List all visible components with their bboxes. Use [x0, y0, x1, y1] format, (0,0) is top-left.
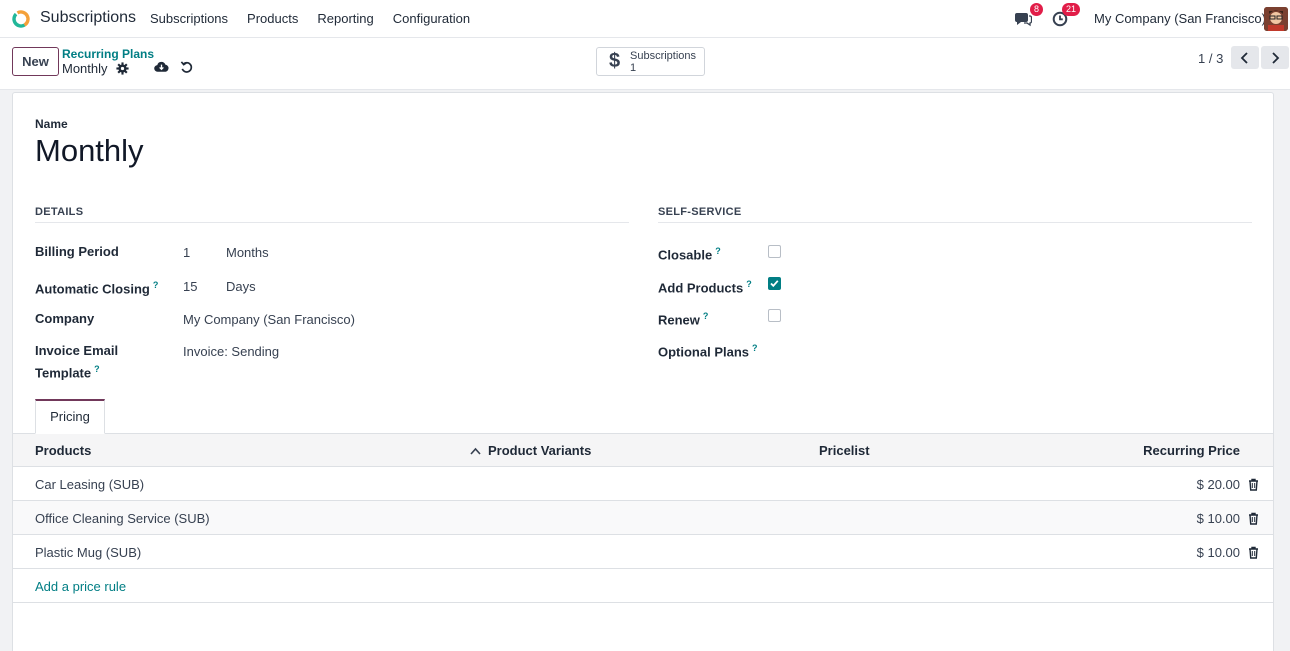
column-product-variants[interactable]: Product Variants: [488, 443, 591, 458]
pricing-table-header: Products Product Variants Pricelist Recu…: [13, 434, 1273, 467]
invoice-template-label-line1: Invoice Email: [35, 343, 119, 358]
optional-plans-text: Optional Plans: [658, 344, 750, 360]
sort-ascending-icon[interactable]: [470, 447, 481, 455]
renew-text: Renew: [658, 312, 700, 328]
save-cloud-icon[interactable]: [154, 60, 169, 74]
activities-badge: 21: [1061, 3, 1080, 16]
chevron-right-icon: [1272, 51, 1280, 64]
menu-reporting[interactable]: Reporting: [317, 11, 373, 26]
add-products-checkbox[interactable]: [768, 277, 781, 290]
details-heading: DETAILS: [35, 206, 629, 223]
name-label: Name: [35, 117, 68, 131]
add-products-text: Add Products: [658, 280, 744, 296]
main-menu: Subscriptions Products Reporting Configu…: [150, 11, 489, 26]
smart-button-count: 1: [630, 62, 637, 74]
help-tooltip-icon[interactable]: ?: [153, 280, 159, 290]
app-title[interactable]: Subscriptions: [40, 9, 136, 27]
automatic-closing-input[interactable]: 15: [183, 279, 197, 294]
company-label: Company: [35, 311, 95, 326]
top-navbar: Subscriptions Subscriptions Products Rep…: [0, 0, 1290, 38]
smart-button-label: Subscriptions: [630, 50, 697, 62]
new-button[interactable]: New: [12, 47, 59, 76]
add-row: Add a price rule: [13, 569, 1273, 603]
self-service-heading: SELF-SERVICE: [658, 206, 1252, 223]
help-tooltip-icon[interactable]: ?: [752, 343, 758, 353]
checkmark-icon: [770, 280, 779, 288]
form-sheet: Name Monthly DETAILS Billing Period 1 Mo…: [12, 92, 1274, 651]
closable-text: Closable: [658, 247, 713, 263]
invoice-template-label-line2: Template: [35, 365, 92, 381]
pager-previous-button[interactable]: [1231, 46, 1259, 69]
add-products-label: Add Products?: [658, 275, 752, 297]
help-tooltip-icon[interactable]: ?: [94, 364, 100, 374]
invoice-template-label: Invoice Email Template?: [35, 341, 118, 382]
trash-icon[interactable]: [1248, 546, 1259, 559]
tab-pricing[interactable]: Pricing: [35, 399, 105, 434]
row-price: $ 10.00: [1196, 545, 1240, 560]
chat-icon: [1015, 13, 1032, 27]
invoice-template-input[interactable]: Invoice: Sending: [183, 344, 279, 359]
automatic-closing-label: Automatic Closing?: [35, 276, 158, 298]
renew-checkbox[interactable]: [768, 309, 781, 322]
billing-period-label: Billing Period: [35, 244, 119, 259]
app-logo-icon[interactable]: [11, 9, 31, 29]
automatic-closing-text: Automatic Closing: [35, 281, 150, 297]
trash-icon[interactable]: [1248, 512, 1259, 525]
column-recurring-price[interactable]: Recurring Price: [1143, 443, 1240, 458]
control-panel: New Recurring Plans Monthly $ Subscripti…: [0, 38, 1290, 90]
row-product: Plastic Mug (SUB): [35, 545, 142, 560]
trash-icon[interactable]: [1248, 478, 1259, 491]
renew-label: Renew?: [658, 307, 708, 329]
menu-configuration[interactable]: Configuration: [393, 11, 470, 26]
help-tooltip-icon[interactable]: ?: [746, 279, 752, 289]
column-products[interactable]: Products: [35, 443, 91, 458]
row-product: Office Cleaning Service (SUB): [35, 511, 210, 526]
messages-badge: 8: [1029, 3, 1043, 16]
gear-icon[interactable]: [116, 62, 129, 75]
dollar-icon: $: [609, 50, 621, 72]
user-avatar[interactable]: [1264, 7, 1288, 31]
menu-products[interactable]: Products: [247, 11, 298, 26]
discard-icon[interactable]: [180, 60, 193, 74]
table-row[interactable]: Plastic Mug (SUB) $ 10.00: [13, 535, 1273, 569]
help-tooltip-icon[interactable]: ?: [715, 246, 721, 256]
automatic-closing-unit: Days: [226, 279, 256, 294]
subscriptions-smart-button[interactable]: $ Subscriptions 1: [596, 47, 705, 76]
pager-value[interactable]: 1 / 3: [1198, 51, 1223, 66]
closable-label: Closable?: [658, 242, 721, 264]
chevron-left-icon: [1240, 51, 1248, 64]
column-pricelist[interactable]: Pricelist: [819, 443, 870, 458]
closable-checkbox[interactable]: [768, 245, 781, 258]
help-tooltip-icon[interactable]: ?: [703, 311, 709, 321]
name-input[interactable]: Monthly: [35, 133, 144, 169]
add-price-rule-link[interactable]: Add a price rule: [35, 579, 126, 594]
pager-next-button[interactable]: [1261, 46, 1289, 69]
table-row[interactable]: Office Cleaning Service (SUB) $ 10.00: [13, 501, 1273, 535]
avatar-image: [1264, 7, 1288, 31]
breadcrumb-parent[interactable]: Recurring Plans: [62, 47, 154, 61]
row-price: $ 10.00: [1196, 511, 1240, 526]
row-price: $ 20.00: [1196, 477, 1240, 492]
row-product: Car Leasing (SUB): [35, 477, 145, 492]
billing-period-unit-select[interactable]: Months: [226, 245, 269, 260]
optional-plans-label: Optional Plans?: [658, 339, 758, 361]
company-input[interactable]: My Company (San Francisco): [183, 312, 355, 327]
company-switcher[interactable]: My Company (San Francisco): [1094, 11, 1266, 26]
activities-button[interactable]: 21: [1048, 3, 1080, 31]
billing-period-input[interactable]: 1: [183, 245, 190, 260]
menu-subscriptions[interactable]: Subscriptions: [150, 11, 228, 26]
breadcrumb-current: Monthly: [62, 61, 108, 76]
messaging-button[interactable]: 8: [1011, 3, 1043, 31]
table-row[interactable]: Car Leasing (SUB) $ 20.00: [13, 467, 1273, 501]
